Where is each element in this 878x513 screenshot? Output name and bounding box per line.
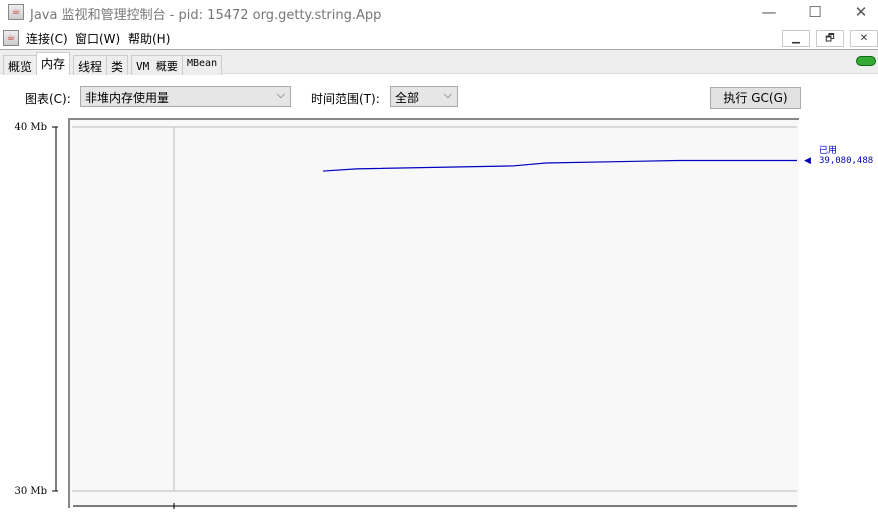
memory-chart: 40 Mb 30 Mb ◀ 已用 39,080,488 <box>14 122 873 509</box>
legend-series-name: 已用 <box>819 145 837 156</box>
y-tick-label-min: 30 Mb <box>14 486 47 497</box>
y-tick-label-max: 40 Mb <box>14 122 47 133</box>
series-line-used <box>322 159 797 172</box>
legend-current-value: 39,080,488 <box>819 156 873 166</box>
legend-marker-icon: ◀ <box>804 156 811 166</box>
